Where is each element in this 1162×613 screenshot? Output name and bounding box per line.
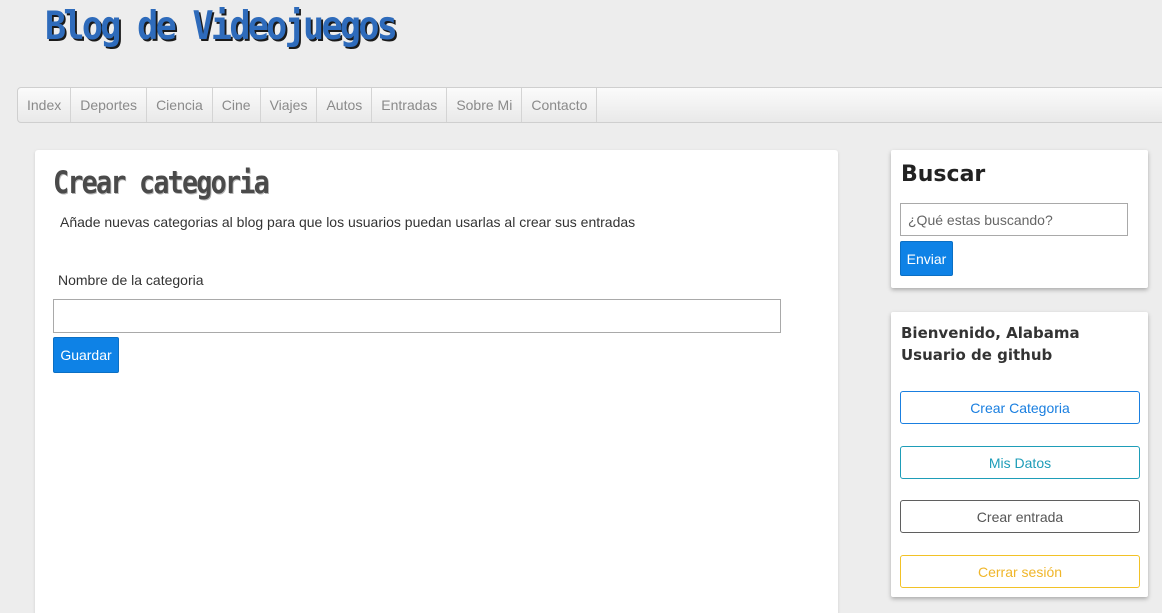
nav-item-index[interactable]: Index <box>18 88 72 122</box>
search-submit-button[interactable]: Enviar <box>900 241 953 276</box>
category-name-label: Nombre de la categoria <box>58 272 204 288</box>
nav-item-deportes[interactable]: Deportes <box>71 88 148 122</box>
search-input[interactable] <box>900 203 1128 236</box>
user-widget: Bienvenido, Alabama Usuario de github Cr… <box>891 312 1148 597</box>
nav-item-entradas[interactable]: Entradas <box>372 88 448 122</box>
welcome-message: Bienvenido, Alabama Usuario de github <box>901 324 1080 364</box>
main-navigation: Index Deportes Ciencia Cine Viajes Autos… <box>17 87 1162 123</box>
logout-button[interactable]: Cerrar sesión <box>900 555 1140 588</box>
nav-item-contacto[interactable]: Contacto <box>522 88 598 122</box>
save-button[interactable]: Guardar <box>53 337 119 373</box>
site-title[interactable]: Blog de Videojuegos <box>45 4 398 49</box>
nav-item-viajes[interactable]: Viajes <box>261 88 318 122</box>
create-entry-button[interactable]: Crear entrada <box>900 500 1140 533</box>
nav-item-cine[interactable]: Cine <box>213 88 261 122</box>
nav-item-sobre-mi[interactable]: Sobre Mi <box>447 88 523 122</box>
create-category-button[interactable]: Crear Categoria <box>900 391 1140 424</box>
search-title: Buscar <box>901 162 986 187</box>
search-widget: Buscar Enviar <box>891 150 1148 288</box>
page-description: Añade nuevas categorias al blog para que… <box>60 214 636 230</box>
my-data-button[interactable]: Mis Datos <box>900 446 1140 479</box>
create-category-panel: Crear categoria Añade nuevas categorias … <box>35 150 838 613</box>
page-title: Crear categoria <box>53 165 270 201</box>
nav-item-autos[interactable]: Autos <box>317 88 373 122</box>
category-name-input[interactable] <box>53 299 781 333</box>
nav-item-ciencia[interactable]: Ciencia <box>147 88 213 122</box>
